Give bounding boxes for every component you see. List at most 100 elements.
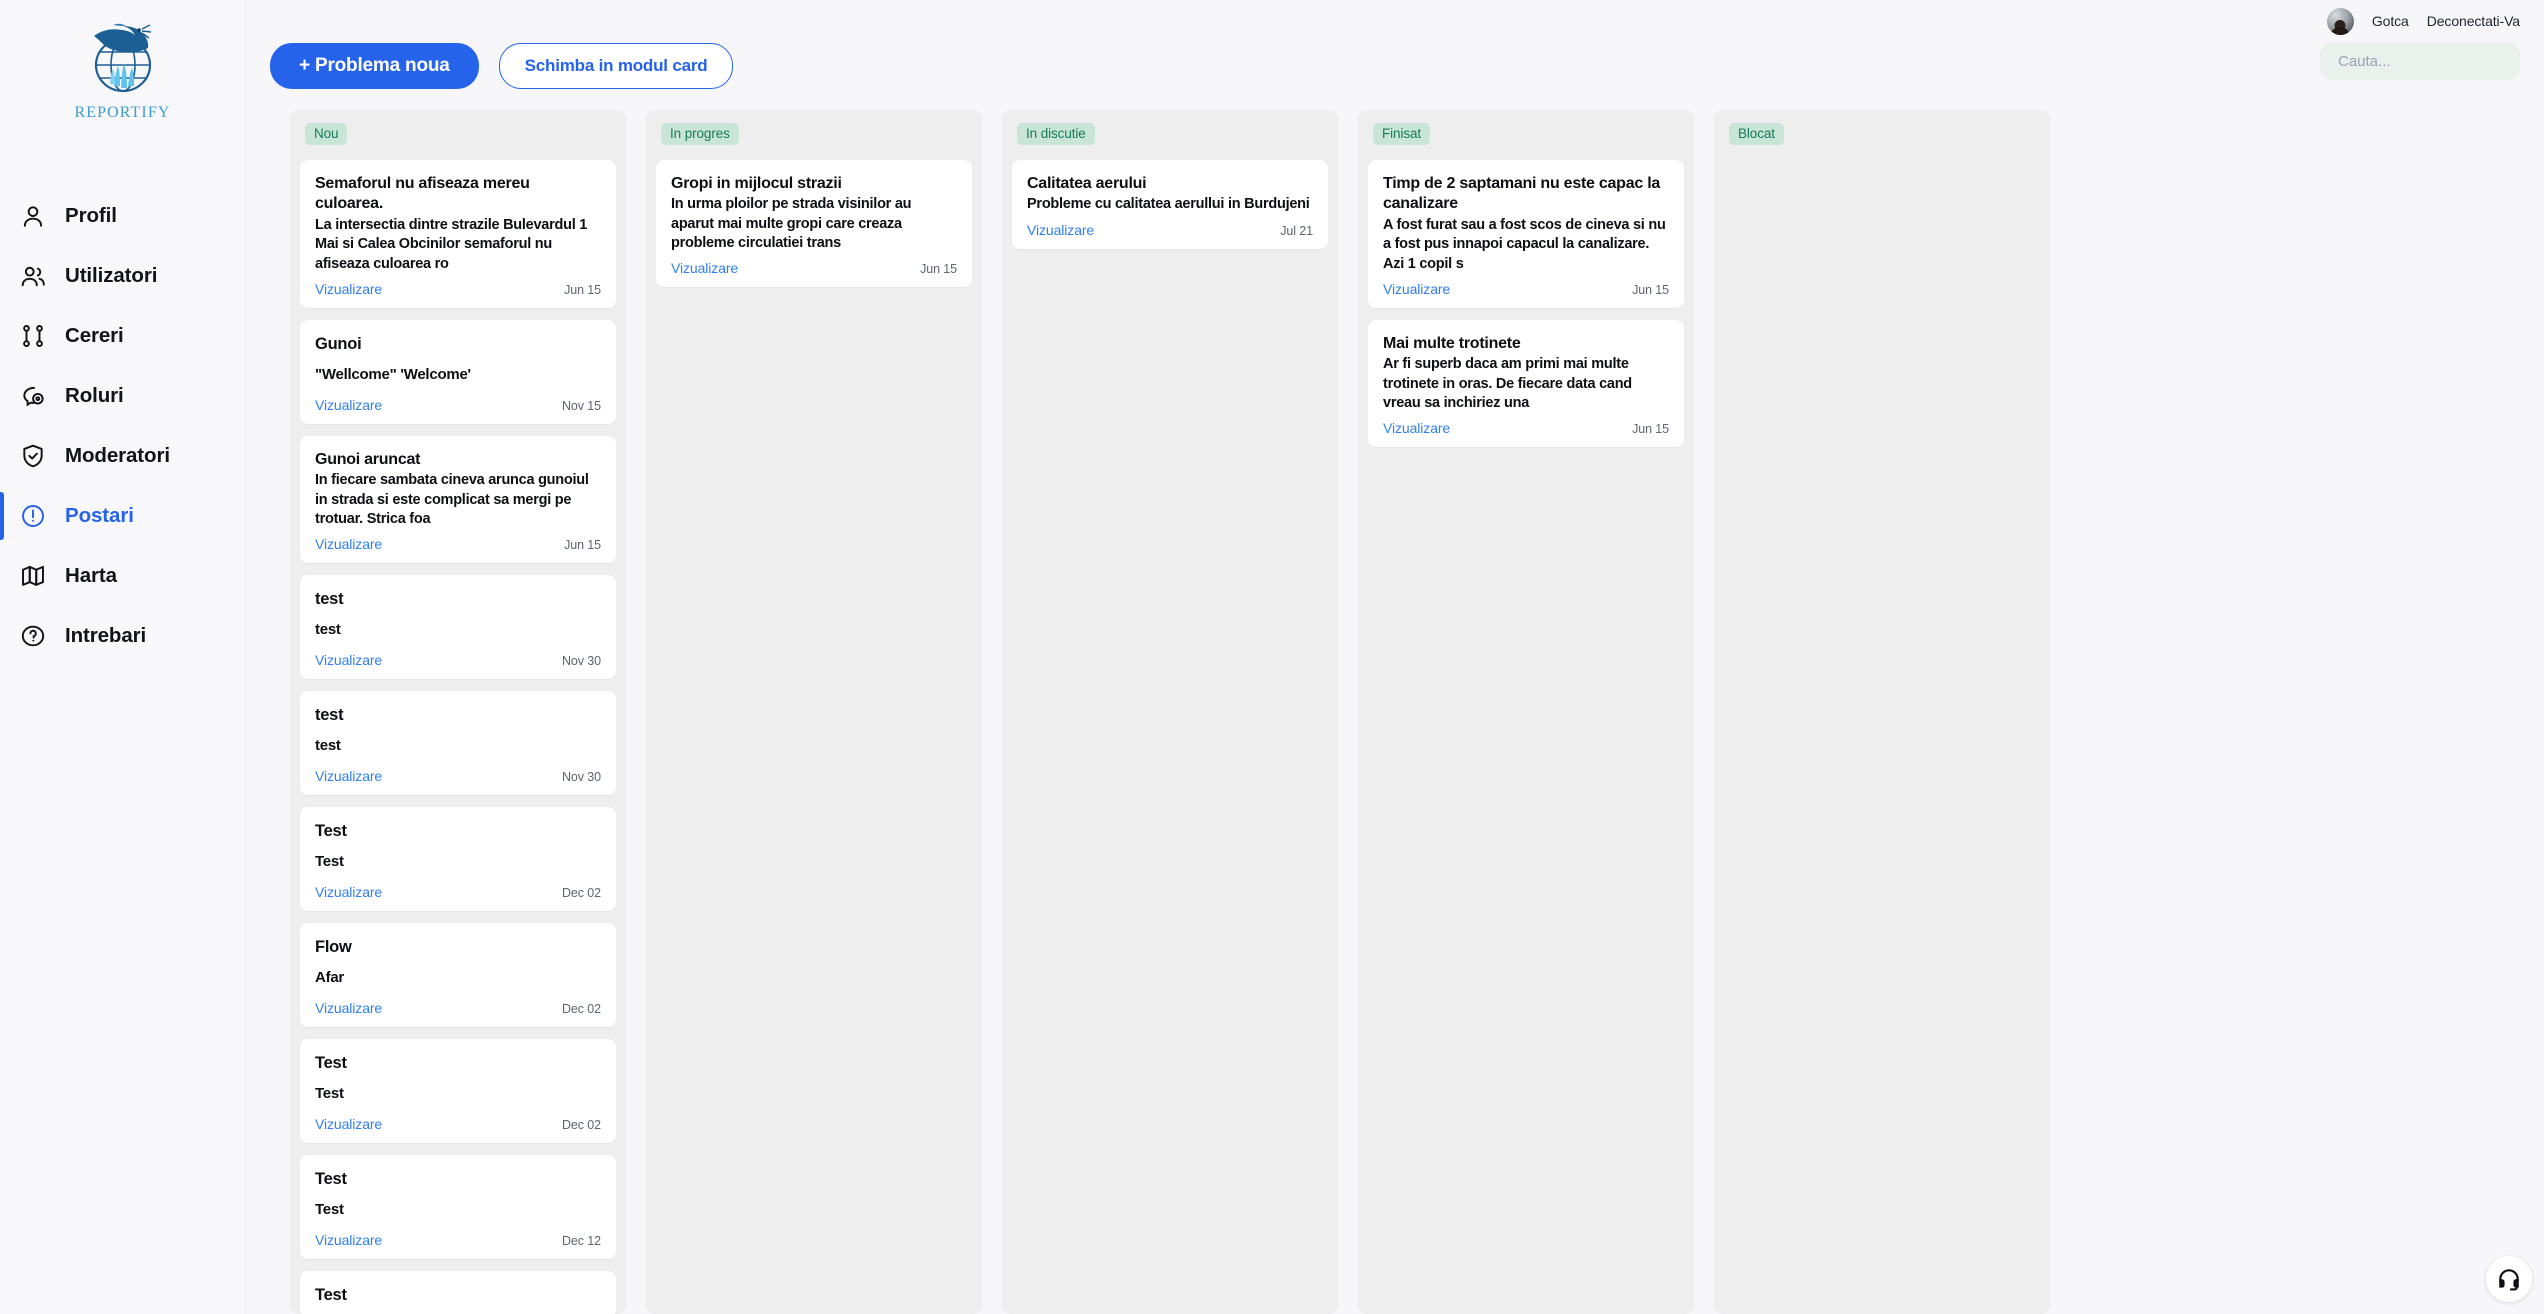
issue-card-description: Test (315, 1201, 344, 1219)
issue-card-view-link[interactable]: Vizualizare (315, 281, 382, 297)
issue-card-view-link[interactable]: Vizualizare (315, 768, 382, 784)
column-status-chip: Blocat (1729, 123, 1784, 145)
sidebar-item-profil[interactable]: Profil (0, 186, 245, 246)
issue-card-view-link[interactable]: Vizualizare (1027, 222, 1094, 238)
git-pull-icon (18, 321, 48, 351)
sidebar-item-moderatori[interactable]: Moderatori (0, 426, 245, 486)
issue-card[interactable]: Test (300, 1271, 616, 1314)
issue-card-view-link[interactable]: Vizualizare (315, 1116, 382, 1132)
support-button[interactable] (2486, 1256, 2532, 1302)
issue-card-title: Test (315, 822, 347, 841)
toolbar: + Problema noua Schimba in modul card (270, 43, 734, 89)
issue-card-title: Test (315, 1054, 347, 1073)
issue-card[interactable]: test test Vizualizare Nov 30 (300, 575, 616, 680)
toggle-card-view-button[interactable]: Schimba in modul card (498, 43, 734, 89)
sidebar-item-postari[interactable]: Postari (0, 486, 245, 546)
issue-card[interactable]: Gunoi "Wellcome" 'Welcome' Vizualizare Nov … (300, 319, 616, 424)
user-icon (18, 201, 48, 231)
issue-card-date: Jun 15 (920, 262, 957, 277)
reportify-bird-globe-icon (93, 23, 151, 93)
sidebar-item-label: Utilizatori (65, 264, 158, 287)
issue-card-footer: Vizualizare Nov 30 (315, 652, 601, 668)
issue-card[interactable]: Gunoi aruncat In fiecare sambata cineva a… (300, 435, 616, 564)
account-bar: Gotca Deconectati-Va (2320, 6, 2520, 80)
issue-card-view-link[interactable]: Vizualizare (315, 1232, 382, 1248)
issue-card-footer: Vizualizare Dec 12 (315, 1232, 601, 1248)
sidebar-item-cereri[interactable]: Cereri (0, 306, 245, 366)
avatar[interactable] (2326, 7, 2354, 35)
column-status-chip: In progres (661, 123, 739, 145)
issue-card[interactable]: Calitatea aerului Probleme cu calitatea a… (1012, 160, 1328, 249)
issue-card-description: In urma ploilor pe strada visinilor au a… (671, 196, 912, 252)
issue-card-footer: Vizualizare Jun 15 (671, 260, 957, 276)
sidebar: Reportify Profil Utilizatori Cereri Rol (0, 0, 246, 1314)
issue-card-footer: Vizualizare Dec 02 (315, 1000, 601, 1016)
issue-card-view-link[interactable]: Vizualizare (315, 397, 382, 413)
roles-icon (18, 381, 48, 411)
issue-card-title: Timp de 2 saptamani nu este capac la can… (1383, 175, 1661, 213)
kanban-column: Blocat (1714, 110, 2050, 1314)
issue-card[interactable]: Semaforul nu afiseaza mereu culoarea. La … (300, 160, 616, 308)
issue-card-title: Flow (315, 938, 352, 957)
issue-card-title: test (315, 590, 344, 609)
search-wrap (2320, 42, 2520, 80)
column-status-chip: In discutie (1017, 123, 1095, 145)
users-icon (18, 261, 48, 291)
issue-card-title: Test (315, 1286, 347, 1305)
issue-card-date: Jun 15 (1632, 422, 1669, 437)
issue-card[interactable]: Test Test Vizualizare Dec 02 (300, 807, 616, 912)
shield-check-icon (18, 441, 48, 471)
issue-card-date: Jun 15 (564, 282, 601, 297)
issue-card-description: "Wellcome" 'Welcome' (315, 365, 471, 383)
issue-card-date: Jul 21 (1280, 223, 1313, 238)
issue-card-footer: Vizualizare Nov 15 (315, 397, 601, 413)
issue-card-view-link[interactable]: Vizualizare (315, 536, 382, 552)
issue-card-description: Probleme cu calitatea aerullui in Burduj… (1027, 196, 1310, 213)
app-logo[interactable]: Reportify (0, 0, 245, 123)
sidebar-item-roluri[interactable]: Roluri (0, 366, 245, 426)
question-circle-icon (18, 621, 48, 651)
issue-card-view-link[interactable]: Vizualizare (1383, 281, 1450, 297)
brand-name: Reportify (74, 97, 171, 122)
issue-card-view-link[interactable]: Vizualizare (315, 884, 382, 900)
column-card-list: Gropi in mijlocul strazii In urma ploilor… (656, 160, 972, 288)
issue-card-view-link[interactable]: Vizualizare (315, 652, 382, 668)
issue-card-date: Nov 30 (561, 654, 601, 669)
issue-card-footer: Vizualizare Jun 15 (1383, 420, 1669, 436)
issue-card[interactable]: Test Test Vizualizare Dec 02 (300, 1039, 616, 1144)
issue-card-title: Gropi in mijlocul strazii (671, 175, 842, 192)
issue-card[interactable]: Flow Afar Vizualizare Dec 02 (300, 923, 616, 1028)
logout-link[interactable]: Deconectati-Va (2427, 13, 2520, 29)
column-status-chip: Finisat (1373, 123, 1431, 145)
sidebar-item-label: Profil (65, 204, 117, 227)
issue-card-date: Jun 15 (1632, 282, 1669, 297)
issue-card[interactable]: Test Test Vizualizare Dec 12 (300, 1155, 616, 1260)
issue-card-footer: Vizualizare Nov 30 (315, 768, 601, 784)
issue-card[interactable]: Timp de 2 saptamani nu este capac la can… (1368, 160, 1684, 308)
issue-card-view-link[interactable]: Vizualizare (315, 1000, 382, 1016)
issue-card-title: Mai multe trotinete (1383, 334, 1521, 352)
issue-card[interactable]: test test Vizualizare Nov 30 (300, 691, 616, 796)
issue-card-description: Test (315, 853, 344, 871)
search-input[interactable] (2320, 42, 2520, 80)
issue-card[interactable]: Gropi in mijlocul strazii In urma ploilor… (656, 160, 972, 288)
sidebar-nav: Profil Utilizatori Cereri Roluri Moderat (0, 186, 245, 666)
issue-card-title: Calitatea aerului (1027, 175, 1147, 192)
issue-card-date: Dec 02 (561, 886, 601, 901)
issue-card-footer: Vizualizare Jun 15 (315, 536, 601, 552)
username-label[interactable]: Gotca (2372, 13, 2409, 29)
new-issue-button[interactable]: + Problema noua (270, 43, 479, 89)
issue-card-footer: Vizualizare Jun 15 (1383, 281, 1669, 297)
issue-card[interactable]: Mai multe trotinete Ar fi superb daca am … (1368, 319, 1684, 448)
issue-card-footer: Vizualizare Dec 02 (315, 884, 601, 900)
issue-card-description: test (315, 621, 341, 639)
sidebar-item-label: Cereri (65, 324, 124, 347)
sidebar-item-harta[interactable]: Harta (0, 546, 245, 606)
issue-card-view-link[interactable]: Vizualizare (671, 260, 738, 276)
issue-card-view-link[interactable]: Vizualizare (1383, 420, 1450, 436)
column-card-list: Calitatea aerului Probleme cu calitatea a… (1012, 160, 1328, 249)
issue-card-date: Nov 30 (561, 770, 601, 785)
issue-card-description: Test (315, 1085, 344, 1103)
sidebar-item-utilizatori[interactable]: Utilizatori (0, 246, 245, 306)
sidebar-item-intrebari[interactable]: Intrebari (0, 606, 245, 666)
